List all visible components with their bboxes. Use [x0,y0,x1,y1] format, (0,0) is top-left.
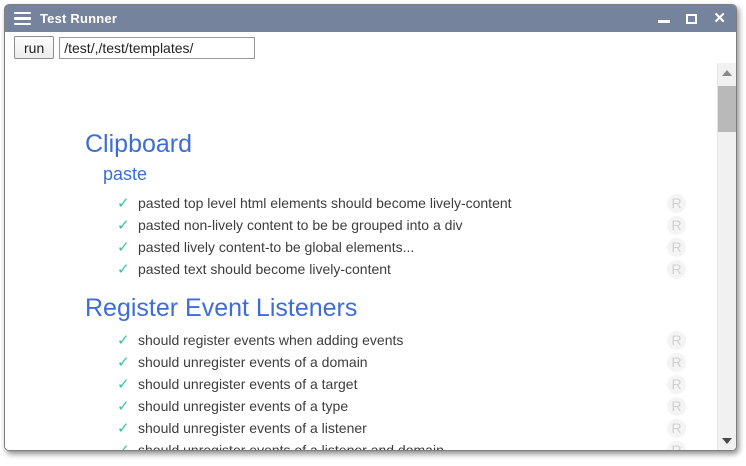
check-icon: ✓ [117,443,138,451]
test-label: should unregister events of a listener [138,420,667,436]
test-row: ✓pasted text should become lively-conten… [5,258,736,280]
test-label: pasted top level html elements should be… [138,195,667,211]
rerun-button[interactable]: R [667,260,686,279]
check-icon: ✓ [117,218,138,233]
test-row: ✓should unregister events of a listener … [5,439,736,450]
test-label: should unregister events of a domain [138,354,667,370]
test-label: pasted text should become lively-content [138,261,667,277]
window-title: Test Runner [40,11,117,26]
check-icon: ✓ [117,421,138,436]
section-title: Register Event Listeners [5,293,736,324]
section-subtitle: paste [5,162,736,187]
toolbar: run [5,32,736,63]
check-icon: ✓ [117,377,138,392]
test-row: ✓pasted lively content-to be global elem… [5,236,736,258]
test-runner-window: Test Runner ✕ run Clipboardpaste✓pasted … [4,4,737,451]
check-icon: ✓ [117,333,138,348]
window-controls: ✕ [658,12,726,26]
test-row: ✓should unregister events of a typeR [5,395,736,417]
test-list: ✓should register events when adding even… [5,329,736,450]
check-icon: ✓ [117,262,138,277]
test-row: ✓should unregister events of a listenerR [5,417,736,439]
check-icon: ✓ [117,240,138,255]
scroll-up-icon[interactable] [718,63,736,80]
scroll-down-icon[interactable] [718,433,736,450]
test-row: ✓should unregister events of a targetR [5,373,736,395]
rerun-button[interactable]: R [667,353,686,372]
test-label: should unregister events of a type [138,398,667,414]
test-path-input[interactable] [59,37,255,59]
scroll-thumb[interactable] [718,86,736,132]
test-row: ✓pasted top level html elements should b… [5,192,736,214]
test-label: pasted lively content-to be global eleme… [138,239,667,255]
title-bar: Test Runner ✕ [5,5,736,32]
test-row: ✓should register events when adding even… [5,329,736,351]
maximize-icon[interactable] [686,12,697,26]
rerun-button[interactable]: R [667,397,686,416]
test-results: Clipboardpaste✓pasted top level html ele… [5,63,736,450]
test-label: should register events when adding event… [138,332,667,348]
section-title: Clipboard [5,129,736,160]
rerun-button[interactable]: R [667,238,686,257]
hamburger-menu-icon[interactable] [14,12,31,26]
test-label: should unregister events of a listener a… [138,442,667,450]
test-section: Register Event Listeners✓should register… [5,293,736,450]
test-row: ✓should unregister events of a domainR [5,351,736,373]
content-area: Clipboardpaste✓pasted top level html ele… [5,63,736,450]
rerun-button[interactable]: R [667,194,686,213]
rerun-button[interactable]: R [667,441,686,451]
scrollbar[interactable] [717,63,736,450]
rerun-button[interactable]: R [667,419,686,438]
test-section: Clipboardpaste✓pasted top level html ele… [5,129,736,280]
check-icon: ✓ [117,355,138,370]
test-list: ✓pasted top level html elements should b… [5,192,736,280]
test-label: pasted non-lively content to be be group… [138,217,667,233]
rerun-button[interactable]: R [667,375,686,394]
test-row: ✓pasted non-lively content to be be grou… [5,214,736,236]
run-button[interactable]: run [14,36,54,59]
check-icon: ✓ [117,196,138,211]
minimize-icon[interactable] [658,12,670,26]
check-icon: ✓ [117,399,138,414]
rerun-button[interactable]: R [667,216,686,235]
close-icon[interactable]: ✕ [713,12,726,26]
test-label: should unregister events of a target [138,376,667,392]
rerun-button[interactable]: R [667,331,686,350]
